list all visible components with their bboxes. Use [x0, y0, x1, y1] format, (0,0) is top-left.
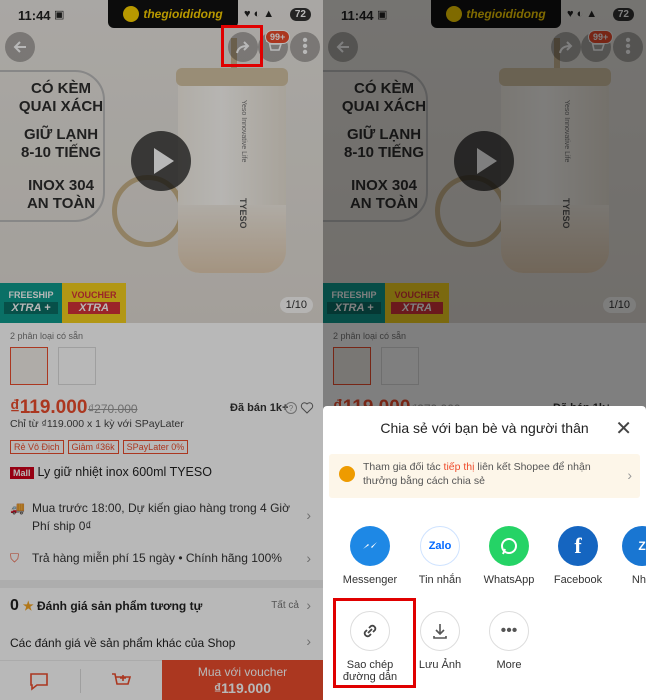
share-zalo-group[interactable]: Z Nhắ — [607, 526, 646, 586]
share-messenger-label: Messenger — [342, 574, 398, 586]
more-icon: ••• — [489, 611, 529, 651]
affiliate-link[interactable]: tiếp thị — [444, 461, 475, 473]
share-button-highlight-box — [221, 25, 263, 67]
share-sheet: Chia sẻ với bạn bè và người thân ✕ Tham … — [323, 406, 646, 700]
whatsapp-icon — [489, 526, 529, 566]
zalo-icon: Zalo — [420, 526, 460, 566]
share-facebook[interactable]: f Facebook — [543, 526, 613, 586]
product-screen-left: CÓ KÈM QUAI XÁCH GIỮ LẠNH 8-10 TIẾNG INO… — [0, 0, 323, 700]
share-zalo-label: Tin nhắn — [418, 574, 462, 586]
affiliate-icon — [339, 466, 355, 482]
product-screen-right: CÓ KÈM QUAI XÁCH GIỮ LẠNH 8-10 TIẾNG INO… — [323, 0, 646, 700]
affiliate-chevron-icon: › — [627, 467, 632, 483]
more-share-action[interactable]: ••• More — [474, 611, 544, 671]
dim-overlay — [0, 0, 323, 700]
messenger-icon — [350, 526, 390, 566]
zalo-group-icon: Z — [622, 526, 646, 566]
facebook-icon: f — [558, 526, 598, 566]
affiliate-banner[interactable]: Tham gia đối tác tiếp thị liên kết Shope… — [329, 454, 640, 498]
download-icon — [420, 611, 460, 651]
share-zalo-group-label: Nhắ — [631, 574, 646, 586]
affiliate-text-pre: Tham gia đối tác — [363, 461, 444, 473]
share-messenger[interactable]: Messenger — [335, 526, 405, 586]
copy-link-highlight — [333, 598, 416, 688]
save-image-label: Lưu Ảnh — [418, 659, 462, 671]
share-sheet-title: Chia sẻ với bạn bè và người thân — [380, 420, 589, 436]
share-whatsapp[interactable]: WhatsApp — [474, 526, 544, 586]
close-icon[interactable]: ✕ — [615, 416, 632, 441]
share-facebook-label: Facebook — [553, 574, 603, 586]
share-zalo[interactable]: Zalo Tin nhắn — [405, 526, 475, 586]
more-label: More — [496, 659, 522, 671]
share-whatsapp-label: WhatsApp — [483, 574, 535, 586]
